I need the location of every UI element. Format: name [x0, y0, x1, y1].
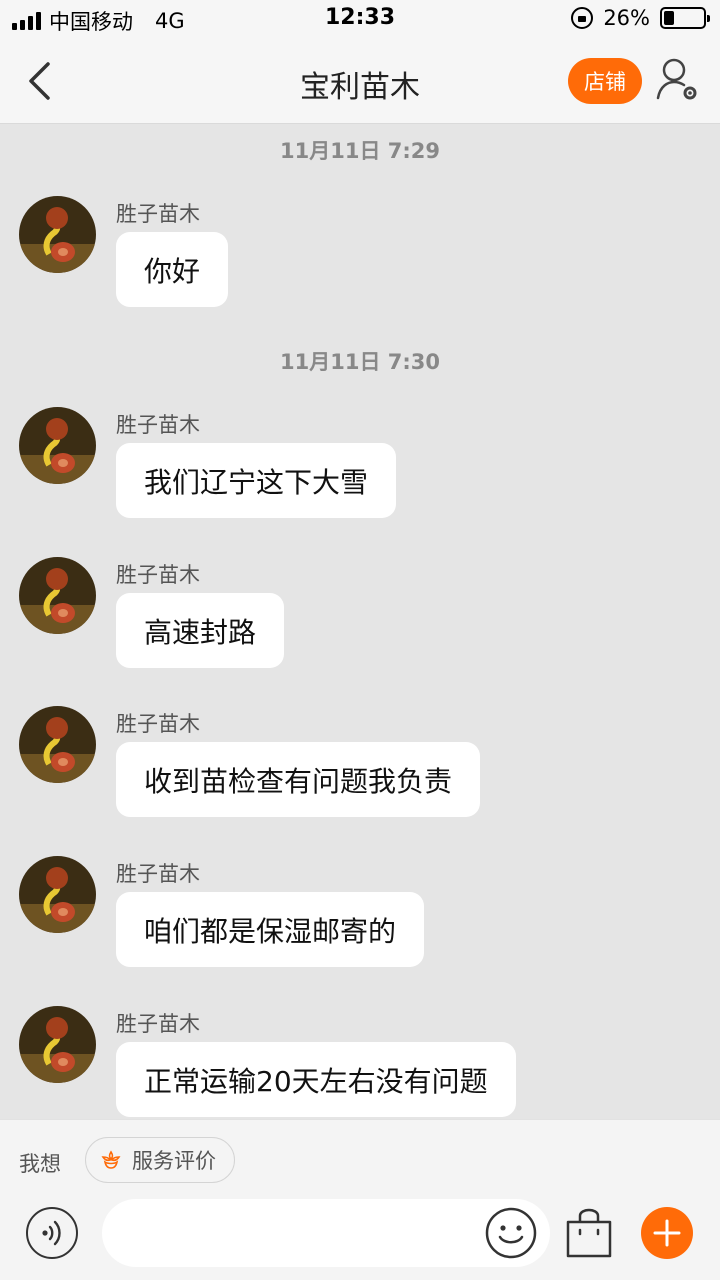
- avatar[interactable]: [19, 856, 96, 933]
- more-button[interactable]: [641, 1207, 693, 1259]
- avatar[interactable]: [19, 1006, 96, 1083]
- plus-icon: [653, 1219, 681, 1247]
- avatar[interactable]: [19, 196, 96, 273]
- sender-name: 胜子苗木: [116, 202, 200, 226]
- timestamp: 11月11日 7:29: [280, 139, 440, 163]
- battery-percent: 26%: [603, 6, 650, 30]
- input-panel: 我想 服务评价: [0, 1119, 720, 1280]
- emoji-icon: [485, 1207, 537, 1259]
- shopping-bag-button[interactable]: [562, 1202, 616, 1260]
- user-settings-icon: [656, 58, 697, 100]
- sender-name: 胜子苗木: [116, 563, 200, 587]
- status-bar: 中国移动 4G 12:33 26%: [0, 0, 720, 40]
- profile-settings-button[interactable]: [654, 56, 702, 104]
- shopping-bag-icon: [566, 1208, 612, 1258]
- rotation-lock-icon: [571, 7, 594, 29]
- battery-fill: [664, 11, 674, 25]
- sender-name: 胜子苗木: [116, 712, 200, 736]
- quick-actions-label: 我想: [19, 1152, 61, 1176]
- flower-icon: [101, 1150, 121, 1169]
- avatar[interactable]: [19, 557, 96, 634]
- service-rating-button[interactable]: 服务评价: [85, 1137, 235, 1183]
- message-bubble[interactable]: 咱们都是保湿邮寄的: [116, 892, 425, 967]
- avatar[interactable]: [19, 706, 96, 783]
- message-bubble[interactable]: 正常运输20天左右没有问题: [116, 1042, 516, 1117]
- voice-button[interactable]: [26, 1207, 78, 1259]
- avatar[interactable]: [19, 407, 96, 484]
- message-input[interactable]: [102, 1199, 550, 1267]
- message-bubble[interactable]: 收到苗检查有问题我负责: [116, 742, 481, 817]
- nav-bar: 宝利苗木 店铺: [0, 40, 720, 124]
- voice-icon: [42, 1220, 61, 1246]
- message-bubble[interactable]: 你好: [116, 232, 229, 307]
- sender-name: 胜子苗木: [116, 862, 200, 886]
- message-bubble[interactable]: 高速封路: [116, 593, 285, 668]
- sender-name: 胜子苗木: [116, 413, 200, 437]
- shop-button[interactable]: 店铺: [568, 58, 642, 104]
- message-list[interactable]: 11月11日 7:29 胜子苗木 你好 11月11日 7:30 胜子苗木 我们辽…: [0, 125, 720, 1119]
- status-right: 26%: [571, 6, 710, 30]
- battery-icon: [660, 7, 710, 29]
- service-rating-label: 服务评价: [132, 1149, 216, 1173]
- message-bubble[interactable]: 我们辽宁这下大雪: [116, 443, 397, 518]
- timestamp: 11月11日 7:30: [280, 350, 440, 374]
- emoji-button[interactable]: [484, 1206, 538, 1260]
- sender-name: 胜子苗木: [116, 1012, 200, 1036]
